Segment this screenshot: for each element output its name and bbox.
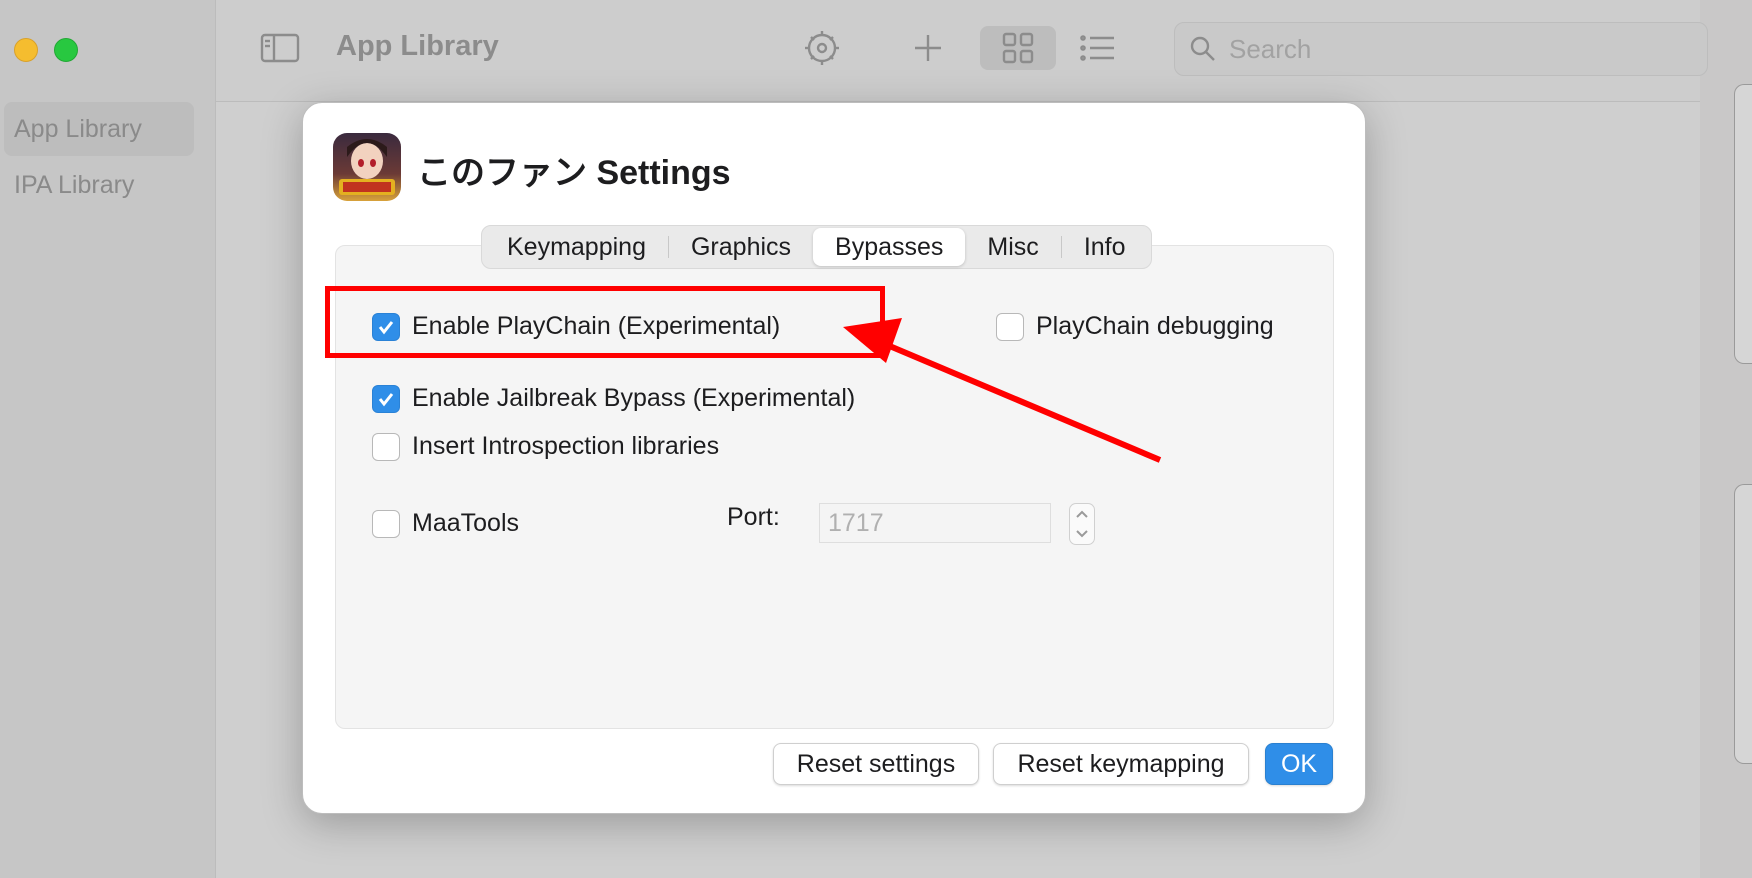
annotation-arrow-icon: [843, 318, 1162, 463]
